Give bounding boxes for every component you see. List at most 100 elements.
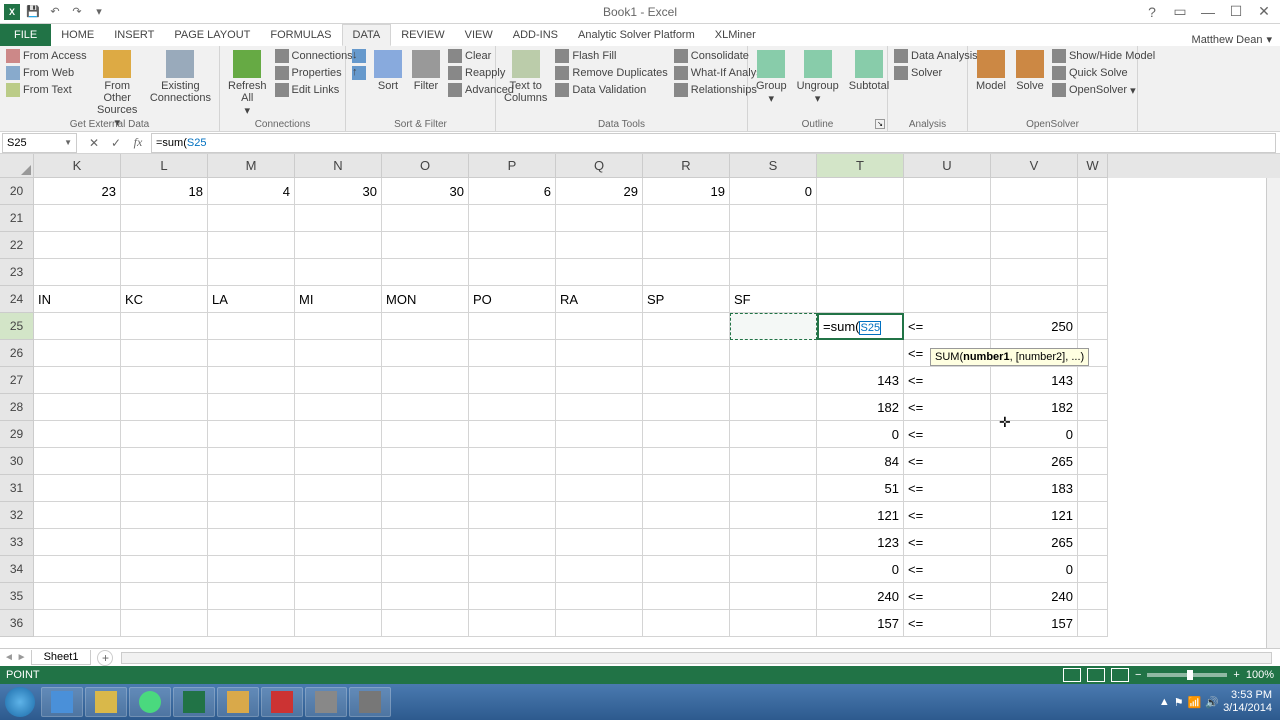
cell-R24[interactable]: SP xyxy=(643,286,730,313)
cell-S29[interactable] xyxy=(730,421,817,448)
cell-S23[interactable] xyxy=(730,259,817,286)
row-head-22[interactable]: 22 xyxy=(0,232,34,259)
cell-U30[interactable]: <= xyxy=(904,448,991,475)
col-head-K[interactable]: K xyxy=(34,154,121,178)
undo-icon[interactable]: ↶ xyxy=(46,3,64,21)
cell-S21[interactable] xyxy=(730,205,817,232)
opensolver-button[interactable]: OpenSolver▾ xyxy=(1050,82,1157,98)
cell-O29[interactable] xyxy=(382,421,469,448)
select-all-corner[interactable] xyxy=(0,154,34,178)
sort-az-icon[interactable]: ↓ xyxy=(350,48,368,64)
maximize-icon[interactable]: ☐ xyxy=(1226,2,1246,22)
cell-W29[interactable] xyxy=(1078,421,1108,448)
help-icon[interactable]: ? xyxy=(1142,2,1162,22)
cell-O25[interactable] xyxy=(382,313,469,340)
cell-L29[interactable] xyxy=(121,421,208,448)
view-layout-icon[interactable] xyxy=(1087,668,1105,682)
cell-V31[interactable]: 183 xyxy=(991,475,1078,502)
cell-L24[interactable]: KC xyxy=(121,286,208,313)
cell-K20[interactable]: 23 xyxy=(34,178,121,205)
cell-M31[interactable] xyxy=(208,475,295,502)
cell-W23[interactable] xyxy=(1078,259,1108,286)
col-head-M[interactable]: M xyxy=(208,154,295,178)
row-head-36[interactable]: 36 xyxy=(0,610,34,637)
cell-R36[interactable] xyxy=(643,610,730,637)
cell-M26[interactable] xyxy=(208,340,295,367)
cell-K36[interactable] xyxy=(34,610,121,637)
cell-V36[interactable]: 157 xyxy=(991,610,1078,637)
cell-U34[interactable]: <= xyxy=(904,556,991,583)
cell-S32[interactable] xyxy=(730,502,817,529)
cell-W36[interactable] xyxy=(1078,610,1108,637)
task-folder[interactable] xyxy=(217,687,259,717)
show-hide-model-button[interactable]: Show/Hide Model xyxy=(1050,48,1157,64)
cell-S31[interactable] xyxy=(730,475,817,502)
cell-K22[interactable] xyxy=(34,232,121,259)
cell-T24[interactable] xyxy=(817,286,904,313)
cell-Q23[interactable] xyxy=(556,259,643,286)
zoom-slider[interactable] xyxy=(1147,673,1227,677)
cell-O23[interactable] xyxy=(382,259,469,286)
cell-U36[interactable]: <= xyxy=(904,610,991,637)
cell-O34[interactable] xyxy=(382,556,469,583)
col-head-P[interactable]: P xyxy=(469,154,556,178)
cell-N25[interactable] xyxy=(295,313,382,340)
cell-W31[interactable] xyxy=(1078,475,1108,502)
cell-W35[interactable] xyxy=(1078,583,1108,610)
cell-N31[interactable] xyxy=(295,475,382,502)
fx-icon[interactable]: fx xyxy=(129,134,147,152)
cell-K27[interactable] xyxy=(34,367,121,394)
cell-N36[interactable] xyxy=(295,610,382,637)
cell-P29[interactable] xyxy=(469,421,556,448)
cell-V32[interactable]: 121 xyxy=(991,502,1078,529)
cell-K32[interactable] xyxy=(34,502,121,529)
cell-T21[interactable] xyxy=(817,205,904,232)
zoom-level[interactable]: 100% xyxy=(1246,669,1274,681)
tab-formulas[interactable]: FORMULAS xyxy=(260,24,341,46)
cell-P36[interactable] xyxy=(469,610,556,637)
cell-O27[interactable] xyxy=(382,367,469,394)
cell-L20[interactable]: 18 xyxy=(121,178,208,205)
col-head-V[interactable]: V xyxy=(991,154,1078,178)
col-head-U[interactable]: U xyxy=(904,154,991,178)
view-break-icon[interactable] xyxy=(1111,668,1129,682)
cell-Q32[interactable] xyxy=(556,502,643,529)
cell-W22[interactable] xyxy=(1078,232,1108,259)
cell-L36[interactable] xyxy=(121,610,208,637)
cell-R23[interactable] xyxy=(643,259,730,286)
cell-T31[interactable]: 51 xyxy=(817,475,904,502)
cell-P35[interactable] xyxy=(469,583,556,610)
data-analysis-button[interactable]: Data Analysis xyxy=(892,48,980,64)
cell-T34[interactable]: 0 xyxy=(817,556,904,583)
cell-V34[interactable]: 0 xyxy=(991,556,1078,583)
cell-R20[interactable]: 19 xyxy=(643,178,730,205)
cell-O35[interactable] xyxy=(382,583,469,610)
cell-K28[interactable] xyxy=(34,394,121,421)
tray-volume-icon[interactable]: 🔊 xyxy=(1205,696,1219,709)
cell-P22[interactable] xyxy=(469,232,556,259)
task-pdf[interactable] xyxy=(261,687,303,717)
cell-O28[interactable] xyxy=(382,394,469,421)
group-button[interactable]: Group▾ xyxy=(752,48,791,107)
cell-R29[interactable] xyxy=(643,421,730,448)
filter-button[interactable]: Filter xyxy=(408,48,444,94)
cell-W30[interactable] xyxy=(1078,448,1108,475)
cell-W34[interactable] xyxy=(1078,556,1108,583)
properties-button[interactable]: Properties xyxy=(273,65,355,81)
sort-button[interactable]: Sort xyxy=(370,48,406,94)
cell-V35[interactable]: 240 xyxy=(991,583,1078,610)
cell-L25[interactable] xyxy=(121,313,208,340)
minimize-icon[interactable]: — xyxy=(1198,2,1218,22)
cell-M21[interactable] xyxy=(208,205,295,232)
cell-L32[interactable] xyxy=(121,502,208,529)
cell-O24[interactable]: MON xyxy=(382,286,469,313)
cell-T33[interactable]: 123 xyxy=(817,529,904,556)
row-head-28[interactable]: 28 xyxy=(0,394,34,421)
cell-Q24[interactable]: RA xyxy=(556,286,643,313)
cell-V28[interactable]: 182 xyxy=(991,394,1078,421)
col-head-N[interactable]: N xyxy=(295,154,382,178)
cell-V23[interactable] xyxy=(991,259,1078,286)
cell-R28[interactable] xyxy=(643,394,730,421)
cell-S30[interactable] xyxy=(730,448,817,475)
cell-U28[interactable]: <= xyxy=(904,394,991,421)
